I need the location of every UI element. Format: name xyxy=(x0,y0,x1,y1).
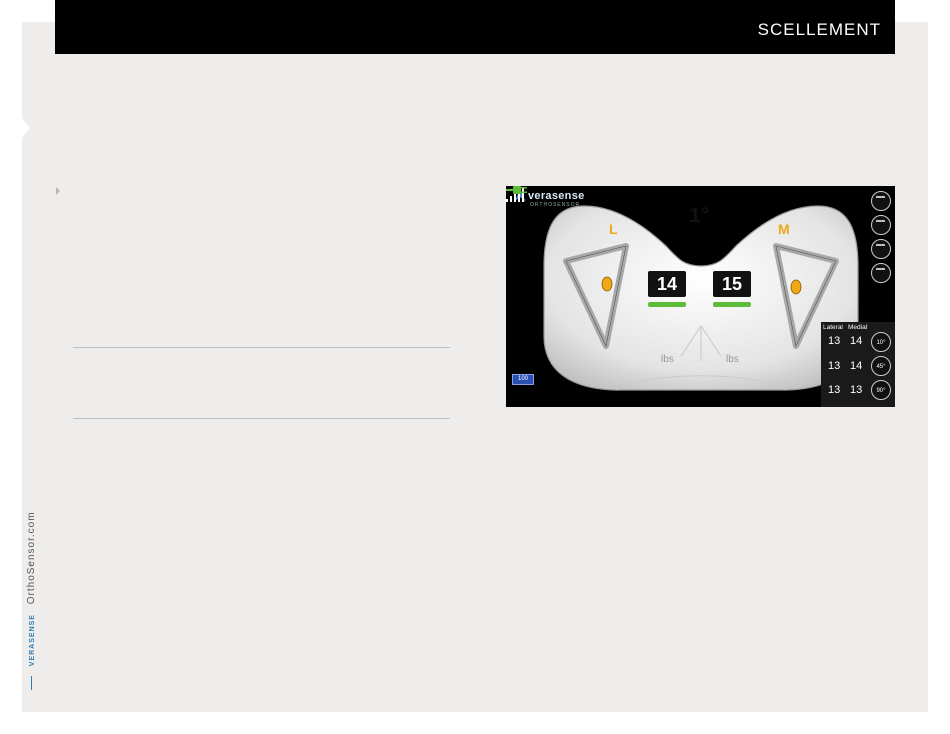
tray-outline xyxy=(543,205,859,391)
row3-medial: 13 xyxy=(850,384,863,396)
page-notch xyxy=(22,118,30,138)
bullet-arrow-icon xyxy=(56,187,60,195)
lateral-unit: lbs xyxy=(661,354,674,365)
menu-button-2[interactable] xyxy=(871,215,891,235)
vertical-brand: VERASENSE OrthoSensor.com xyxy=(26,511,37,690)
brand-bar xyxy=(30,676,32,690)
page-title: SCELLEMENT xyxy=(757,20,881,39)
logo-name: verasense xyxy=(528,190,585,202)
flexion-angle: 1° xyxy=(689,204,710,227)
medial-unit: lbs xyxy=(726,354,739,365)
medial-column-header: Medial xyxy=(848,324,868,331)
angle-45-button[interactable]: 45° xyxy=(871,356,891,376)
lateral-contact-point xyxy=(601,276,613,292)
lateral-column-header: Lateral xyxy=(823,324,843,331)
header-bar: SCELLEMENT xyxy=(55,0,895,54)
menu-button-3[interactable] xyxy=(871,239,891,259)
row2-medial: 14 xyxy=(850,360,863,372)
logo-subtitle: ORTHOSENSOR xyxy=(530,202,581,208)
row2-lateral: 13 xyxy=(828,360,841,372)
divider-bottom xyxy=(73,418,450,419)
angle-10-button[interactable]: 10° xyxy=(871,332,891,352)
lateral-load-value: 14 xyxy=(648,271,686,297)
medial-label: M xyxy=(778,221,790,237)
website-link[interactable]: OrthoSensor.com xyxy=(26,511,37,604)
power-plug-icon xyxy=(506,186,527,194)
row1-medial: 14 xyxy=(850,335,863,347)
medial-contact-point xyxy=(790,279,802,295)
battery-icon: 100 xyxy=(512,374,534,385)
divider-top xyxy=(73,347,450,348)
menu-button-4[interactable] xyxy=(871,263,891,283)
device-screenshot: verasense ORTHOSENSOR 1° L M 14 15 lbs l… xyxy=(506,186,895,407)
medial-load-bar xyxy=(713,302,751,307)
medial-load-value: 15 xyxy=(713,271,751,297)
angle-90-button[interactable]: 90° xyxy=(871,380,891,400)
row3-lateral: 13 xyxy=(828,384,841,396)
brand-name: VERASENSE xyxy=(29,614,36,667)
row1-lateral: 13 xyxy=(828,335,841,347)
lateral-label: L xyxy=(609,221,618,237)
menu-button-1[interactable] xyxy=(871,191,891,211)
lateral-load-bar xyxy=(648,302,686,307)
